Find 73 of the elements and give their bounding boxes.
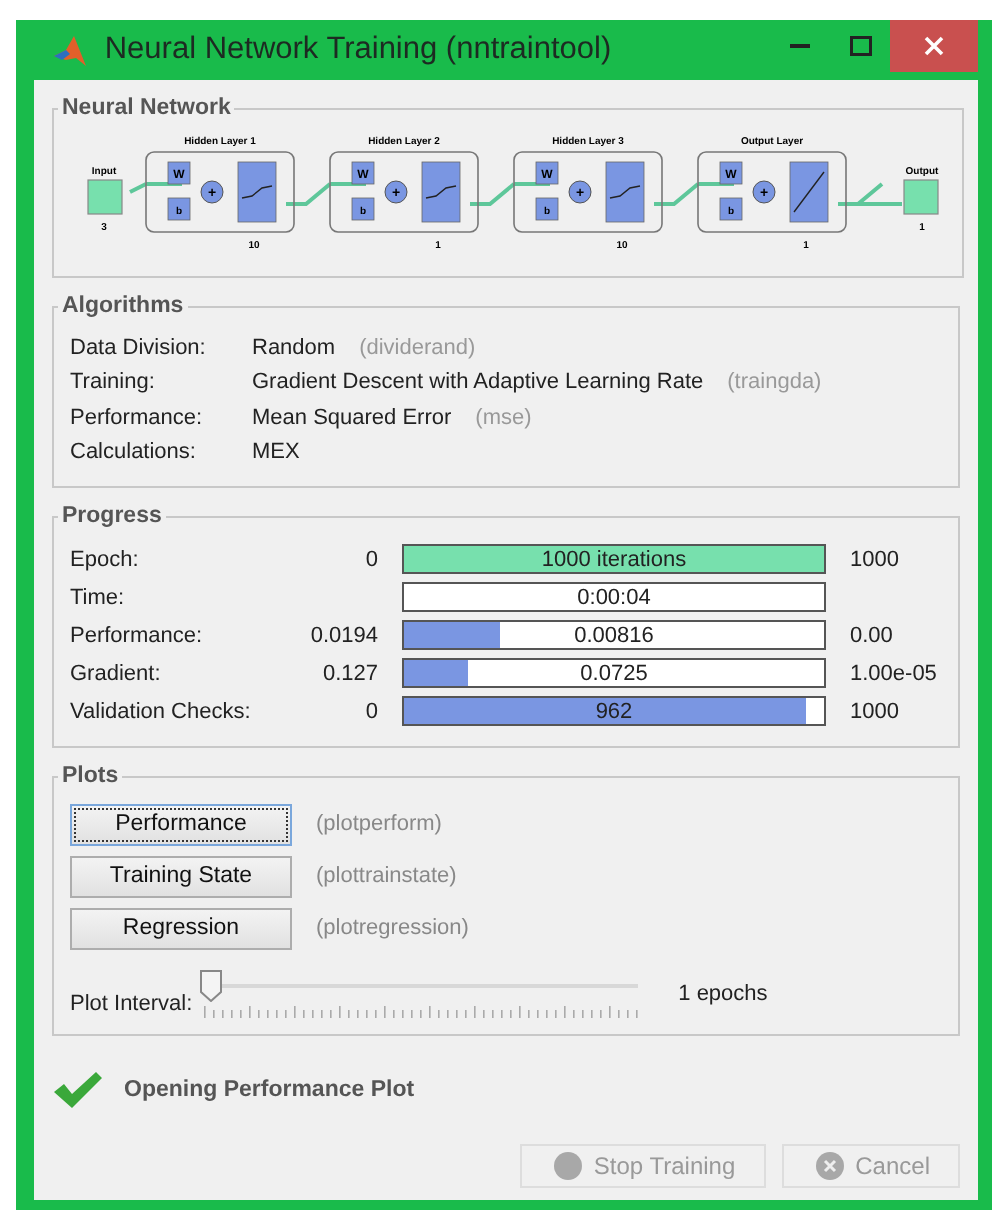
- plot-button[interactable]: Regression: [70, 907, 292, 949]
- close-icon: [924, 36, 944, 56]
- sum-node: [752, 180, 776, 204]
- weight-block: [167, 161, 191, 185]
- end-value: 0.00: [850, 623, 893, 647]
- sum-node: [200, 180, 224, 204]
- algorithm-value: Mean Squared Error: [252, 405, 452, 430]
- algorithm-value: Random: [252, 335, 336, 360]
- panel-title: Neural Network: [60, 96, 233, 120]
- matlab-logo-icon: [54, 35, 86, 65]
- progress-text: 1000 iterations: [541, 547, 687, 571]
- window-title: Neural Network Training (nntraintool): [102, 32, 614, 68]
- plot-button[interactable]: Training State: [70, 855, 292, 897]
- sigmoid-curve-icon: [609, 185, 641, 199]
- transfer-block: [421, 161, 461, 223]
- sum-node: [384, 180, 408, 204]
- start-value: 0: [365, 699, 378, 723]
- progress-label: Validation Checks:: [70, 699, 253, 723]
- progress-text: 962: [595, 699, 633, 723]
- end-value: 1000: [850, 699, 899, 723]
- bias-block: [535, 197, 559, 221]
- function-name: (plottrainstate): [316, 864, 457, 888]
- weight-block: [535, 161, 559, 185]
- sigmoid-curve-icon: [241, 185, 273, 199]
- stop-icon: [553, 1152, 582, 1180]
- sigmoid-curve-icon: [425, 185, 457, 199]
- end-value: 1000: [850, 547, 899, 571]
- sum-node: [568, 180, 592, 204]
- algorithm-label: Performance:: [70, 405, 205, 430]
- panel-title: Algorithms: [60, 294, 186, 318]
- slider-thumb[interactable]: [200, 970, 223, 1002]
- end-value: 1.00e-05: [850, 661, 937, 685]
- cancel-icon: [815, 1152, 844, 1180]
- function-name: (dividerand): [359, 335, 476, 360]
- algorithm-value: Gradient Descent with Adaptive Learning Rate: [252, 370, 704, 395]
- linear-line-icon: [793, 171, 825, 213]
- minimize-icon: [790, 44, 810, 48]
- progress-label: Time:: [70, 585, 127, 609]
- function-name: (plotperform): [316, 812, 442, 836]
- algorithm-label: Calculations:: [70, 440, 198, 465]
- start-value: 0: [365, 547, 378, 571]
- function-name: (plotregression): [316, 916, 469, 940]
- transfer-block: [237, 161, 277, 223]
- bias-block: [719, 197, 743, 221]
- plot-interval-label: Plot Interval:: [70, 992, 193, 1016]
- transfer-block: [605, 161, 645, 223]
- progress-label: Gradient:: [70, 661, 163, 685]
- interval-reading: 1 epochs: [678, 982, 768, 1006]
- progress-text: 0.0725: [580, 661, 648, 685]
- start-value: 0.127: [322, 661, 378, 685]
- panel-title: Plots: [60, 764, 121, 788]
- algorithm-value: MEX: [252, 440, 300, 465]
- function-name: (traingda): [727, 370, 822, 395]
- plot-button[interactable]: Performance: [70, 803, 292, 845]
- close-button[interactable]: [890, 20, 978, 72]
- status-message: Opening Performance Plot: [124, 1078, 415, 1102]
- panel-title: Progress: [60, 504, 164, 528]
- weight-block: [351, 161, 375, 185]
- transfer-block: [789, 161, 829, 223]
- weight-block: [719, 161, 743, 185]
- progress-label: Performance:: [70, 623, 205, 647]
- algorithm-label: Training:: [70, 370, 157, 395]
- output-node: [903, 179, 939, 215]
- maximize-icon: [849, 36, 871, 56]
- bias-block: [351, 197, 375, 221]
- input-node: [87, 179, 123, 215]
- progress-label: Epoch:: [70, 547, 141, 571]
- progress-text: 0.00816: [574, 623, 654, 647]
- algorithm-label: Data Division:: [70, 335, 208, 360]
- start-value: 0.0194: [310, 623, 378, 647]
- function-name: (mse): [475, 405, 532, 430]
- bias-block: [167, 197, 191, 221]
- interval-slider[interactable]: [200, 970, 643, 1018]
